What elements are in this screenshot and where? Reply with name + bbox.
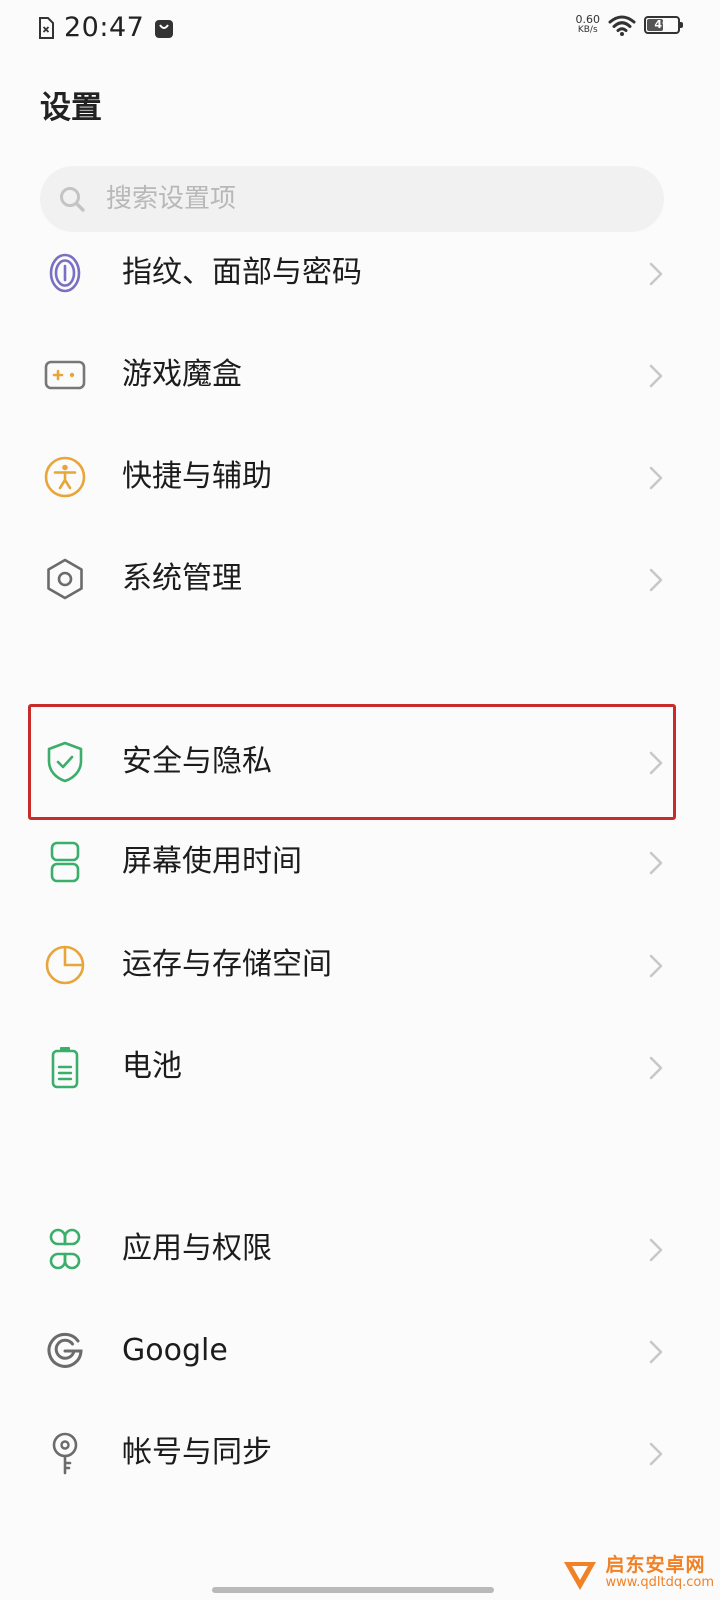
- settings-item-account-sync[interactable]: 帐号与同步: [0, 1405, 720, 1501]
- battery-icon: [51, 1047, 79, 1089]
- watermark-logo-icon: [563, 1562, 596, 1590]
- chevron-right-icon: [649, 364, 663, 388]
- network-speed: 0.60 KB/s: [576, 14, 601, 36]
- highlight-box: [28, 704, 676, 820]
- watermark-url: www.qdltdq.com: [605, 1575, 714, 1590]
- search-icon: [60, 187, 85, 212]
- network-speed-value: 0.60: [575, 13, 601, 26]
- search-input[interactable]: [104, 183, 628, 215]
- settings-item-label: 屏幕使用时间: [122, 844, 302, 879]
- settings-item-system-management[interactable]: 系统管理: [0, 531, 720, 627]
- home-gesture-bar[interactable]: [212, 1587, 494, 1593]
- watermark: 启东安卓网 www.qdltdq.com: [560, 1554, 714, 1594]
- settings-item-google[interactable]: Google: [0, 1303, 720, 1399]
- settings-item-label: 系统管理: [122, 561, 242, 596]
- battery-level: 49: [654, 18, 670, 31]
- status-bar: 20:47 0.60 KB/s 49: [0, 0, 720, 56]
- chevron-right-icon: [649, 1238, 663, 1262]
- settings-item-game-box[interactable]: 游戏魔盒: [0, 327, 720, 423]
- chevron-right-icon: [649, 1056, 663, 1080]
- hourglass-icon: [50, 841, 80, 883]
- settings-item-label: 运存与存储空间: [122, 947, 332, 982]
- status-time: 20:47: [64, 12, 145, 43]
- watermark-name: 启东安卓网: [605, 1554, 706, 1576]
- chevron-right-icon: [649, 954, 663, 978]
- chevron-right-icon: [649, 262, 663, 286]
- google-icon: [47, 1332, 83, 1368]
- settings-item-label: 快捷与辅助: [122, 459, 272, 494]
- accessibility-icon: [44, 456, 86, 498]
- gamepad-icon: [44, 360, 86, 390]
- chevron-right-icon: [649, 1442, 663, 1466]
- settings-item-screen-time[interactable]: 屏幕使用时间: [0, 814, 720, 910]
- settings-item-memory-storage[interactable]: 运存与存储空间: [0, 917, 720, 1013]
- settings-item-apps-permissions[interactable]: 应用与权限: [0, 1201, 720, 1297]
- battery-indicator: 49: [644, 16, 683, 34]
- chevron-right-icon: [649, 466, 663, 490]
- search-bar[interactable]: [40, 166, 664, 232]
- storage-pie-icon: [45, 945, 85, 985]
- status-left: 20:47: [38, 12, 174, 43]
- chevron-right-icon: [649, 851, 663, 875]
- chevron-right-icon: [649, 568, 663, 592]
- settings-item-fingerprint-face-password[interactable]: 指纹、面部与密码: [0, 225, 720, 321]
- settings-item-label: 帐号与同步: [122, 1435, 272, 1470]
- apps-grid-icon: [49, 1228, 81, 1270]
- settings-item-label: 指纹、面部与密码: [122, 255, 362, 290]
- settings-item-label: 游戏魔盒: [122, 357, 242, 392]
- page-title: 设置: [40, 90, 102, 126]
- settings-item-battery[interactable]: 电池: [0, 1019, 720, 1115]
- sim-card-icon: [39, 16, 54, 39]
- chevron-right-icon: [649, 1340, 663, 1364]
- wifi-icon: [608, 15, 636, 36]
- settings-item-label: 应用与权限: [122, 1231, 272, 1266]
- network-speed-unit: KB/s: [577, 25, 598, 35]
- settings-item-label: 电池: [122, 1049, 182, 1084]
- fingerprint-icon: [49, 253, 81, 293]
- settings-item-shortcuts-accessibility[interactable]: 快捷与辅助: [0, 429, 720, 525]
- settings-hex-icon: [47, 558, 83, 600]
- settings-item-label: Google: [122, 1333, 228, 1368]
- notification-app-icon: [155, 19, 174, 38]
- status-right: 0.60 KB/s 49: [576, 14, 683, 36]
- account-key-icon: [52, 1432, 78, 1475]
